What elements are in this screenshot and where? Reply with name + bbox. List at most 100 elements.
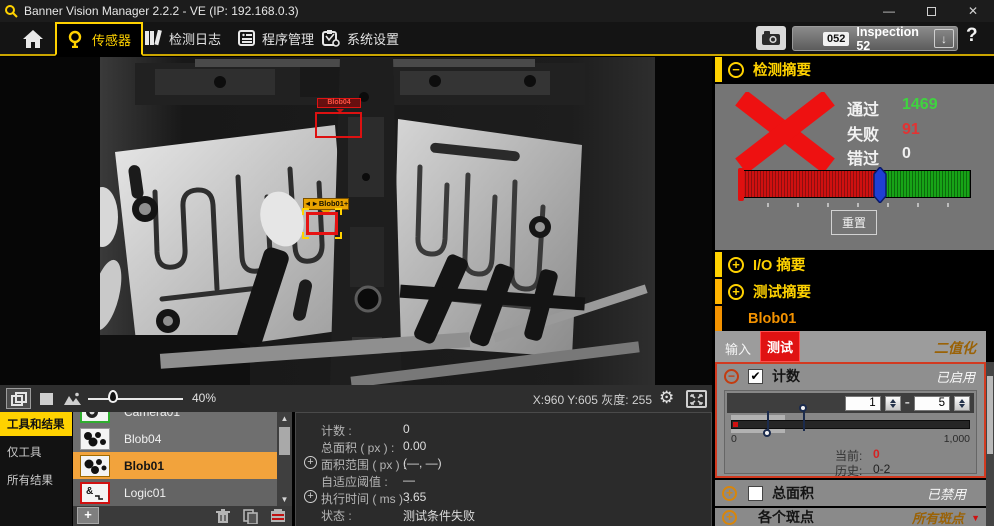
- slider-max-pin-handle[interactable]: [799, 404, 807, 412]
- history-tick: [917, 203, 919, 207]
- count-min-spinner[interactable]: [885, 396, 901, 411]
- count-range-inputs: 1 - 5: [727, 393, 974, 413]
- tab-tools-and-results[interactable]: 工具和结果: [0, 412, 72, 436]
- result-row: 自适应阈值 :—: [296, 473, 711, 489]
- tool-row-blob01-selected[interactable]: Blob01: [73, 452, 277, 479]
- delete-tool-icon[interactable]: [216, 509, 230, 524]
- tab-inspection-logs[interactable]: 检测日志: [134, 23, 231, 53]
- total-area-section-header[interactable]: + 总面积 已禁用: [715, 480, 986, 506]
- section-inspection-summary-header[interactable]: − 检测摘要: [715, 57, 994, 82]
- slider-min-pin-handle[interactable]: [763, 429, 771, 437]
- roi-corner-handle[interactable]: [335, 232, 342, 239]
- minimize-button[interactable]: —: [868, 0, 910, 22]
- expand-icon[interactable]: +: [722, 510, 737, 525]
- roi-box-blob04[interactable]: [315, 112, 362, 138]
- section-test-summary-header[interactable]: + 测试摘要: [715, 279, 994, 304]
- pass-fail-history-bar: [739, 170, 971, 198]
- window-title: Banner Vision Manager 2.2.2 - VE (IP: 19…: [24, 4, 299, 18]
- camera-image-viewer[interactable]: Blob04 ◄►Blob01+: [0, 57, 712, 385]
- scrollbar-thumb[interactable]: [279, 427, 290, 455]
- section-io-summary-header[interactable]: + I/O 摘要: [715, 252, 994, 277]
- inspection-selector[interactable]: 052 Inspection 52 ↓: [792, 26, 958, 51]
- viewer-settings-button[interactable]: ⚙: [659, 388, 674, 408]
- right-panel-scrollbar[interactable]: [986, 362, 994, 526]
- reset-button[interactable]: 重置: [831, 210, 877, 235]
- program-icon: [238, 30, 255, 46]
- maximize-button[interactable]: [910, 0, 952, 22]
- result-row: +面积范围 ( px ) :(—, —): [296, 456, 711, 472]
- collapse-icon[interactable]: −: [724, 369, 739, 384]
- tab-sensor[interactable]: 传感器: [55, 22, 143, 56]
- tab-program-manage[interactable]: 程序管理: [228, 23, 324, 53]
- expand-icon[interactable]: +: [728, 257, 744, 273]
- minimize-icon: —: [883, 4, 895, 18]
- logs-icon: [144, 30, 162, 46]
- inspection-dropdown-button[interactable]: ↓: [934, 29, 954, 48]
- slider-max-pin[interactable]: [803, 409, 805, 431]
- collapse-icon[interactable]: −: [728, 62, 744, 78]
- tab-tools-only[interactable]: 仅工具: [0, 440, 72, 464]
- tab-input[interactable]: 输入: [725, 339, 751, 358]
- home-button[interactable]: [16, 25, 50, 53]
- blob04-thumbnail-icon: [80, 428, 110, 450]
- export-tool-icon[interactable]: [270, 509, 286, 524]
- count-header[interactable]: − ✔ 计数 已启用: [717, 364, 984, 388]
- result-row: +执行时间 ( ms ) :3.65: [296, 490, 711, 506]
- scroll-down-icon[interactable]: ▼: [277, 495, 292, 504]
- tool-row-blob04[interactable]: Blob04: [73, 425, 277, 452]
- range-dash: -: [905, 394, 910, 412]
- section-title: 测试摘要: [753, 281, 811, 302]
- count-enabled-checkbox[interactable]: ✔: [748, 369, 763, 384]
- scroll-up-icon[interactable]: ▲: [277, 414, 292, 423]
- section-blob01-header[interactable]: Blob01: [715, 306, 994, 331]
- close-button[interactable]: ✕: [952, 0, 994, 22]
- slider-fail-segment: [733, 422, 738, 427]
- count-min-input[interactable]: 1: [845, 396, 881, 411]
- tab-test-selected[interactable]: 测试: [760, 331, 800, 362]
- main-toolbar: 传感器 检测日志 程序管理: [0, 22, 994, 55]
- fullscreen-button[interactable]: [686, 390, 707, 408]
- roi-corner-handle[interactable]: [302, 208, 309, 215]
- add-tool-button[interactable]: +: [77, 507, 99, 524]
- roi-label-blob01[interactable]: ◄►Blob01+: [303, 198, 349, 210]
- snapshot-button[interactable]: [756, 26, 786, 50]
- blobs-title: 各个斑点: [758, 507, 814, 526]
- roi-blob01-text: Blob01: [319, 199, 344, 208]
- tool-tab-row: 输入 测试 二值化: [715, 331, 986, 362]
- tool-row-logic01[interactable]: & Logic01: [73, 479, 277, 506]
- scrollbar-thumb[interactable]: [987, 376, 993, 454]
- current-value: 0: [873, 447, 880, 461]
- expand-icon[interactable]: +: [304, 490, 317, 503]
- expand-icon[interactable]: +: [304, 456, 317, 469]
- tool-row-camera01[interactable]: Camera01: [73, 412, 277, 425]
- blobs-filter-value[interactable]: 所有斑点: [912, 508, 964, 526]
- result-row: 计数 :0: [296, 422, 711, 438]
- tool-list-scrollbar[interactable]: ▲ ▼: [277, 412, 292, 506]
- tool-results-panel: 计数 :0 总面积 ( px ) :0.00 +面积范围 ( px ) :(—,…: [295, 412, 712, 526]
- inspection-label: Inspection 52: [856, 25, 934, 53]
- count-max-spinner[interactable]: [954, 396, 970, 411]
- roi-corner-handle[interactable]: [335, 208, 342, 215]
- individual-blobs-header[interactable]: + 各个斑点 所有斑点 ▼: [715, 508, 986, 526]
- settings-icon: [322, 30, 340, 47]
- miss-label: 错过: [847, 145, 879, 169]
- tab-system-settings[interactable]: 系统设置: [312, 23, 409, 53]
- tab-all-results[interactable]: 所有结果: [0, 468, 72, 492]
- roi-cross-icon: +: [344, 199, 348, 208]
- roi-box-blob01-selected[interactable]: [306, 212, 338, 235]
- dropdown-arrow-icon[interactable]: ▼: [971, 513, 980, 523]
- app-icon: [4, 4, 18, 18]
- roi-corner-handle[interactable]: [302, 232, 309, 239]
- result-value: 0: [403, 422, 410, 436]
- down-arrow-icon: ↓: [941, 32, 947, 46]
- total-area-checkbox[interactable]: [748, 486, 763, 501]
- expand-icon[interactable]: +: [722, 486, 737, 501]
- expand-icon[interactable]: +: [728, 284, 744, 300]
- count-max-input[interactable]: 5: [914, 396, 950, 411]
- history-tick: [767, 203, 769, 207]
- copy-tool-icon[interactable]: [243, 509, 258, 524]
- help-button[interactable]: ?: [966, 25, 978, 47]
- history-marker-pin[interactable]: [873, 167, 887, 203]
- section-accent-bar: [715, 306, 722, 331]
- tab-logs-label: 检测日志: [169, 29, 221, 48]
